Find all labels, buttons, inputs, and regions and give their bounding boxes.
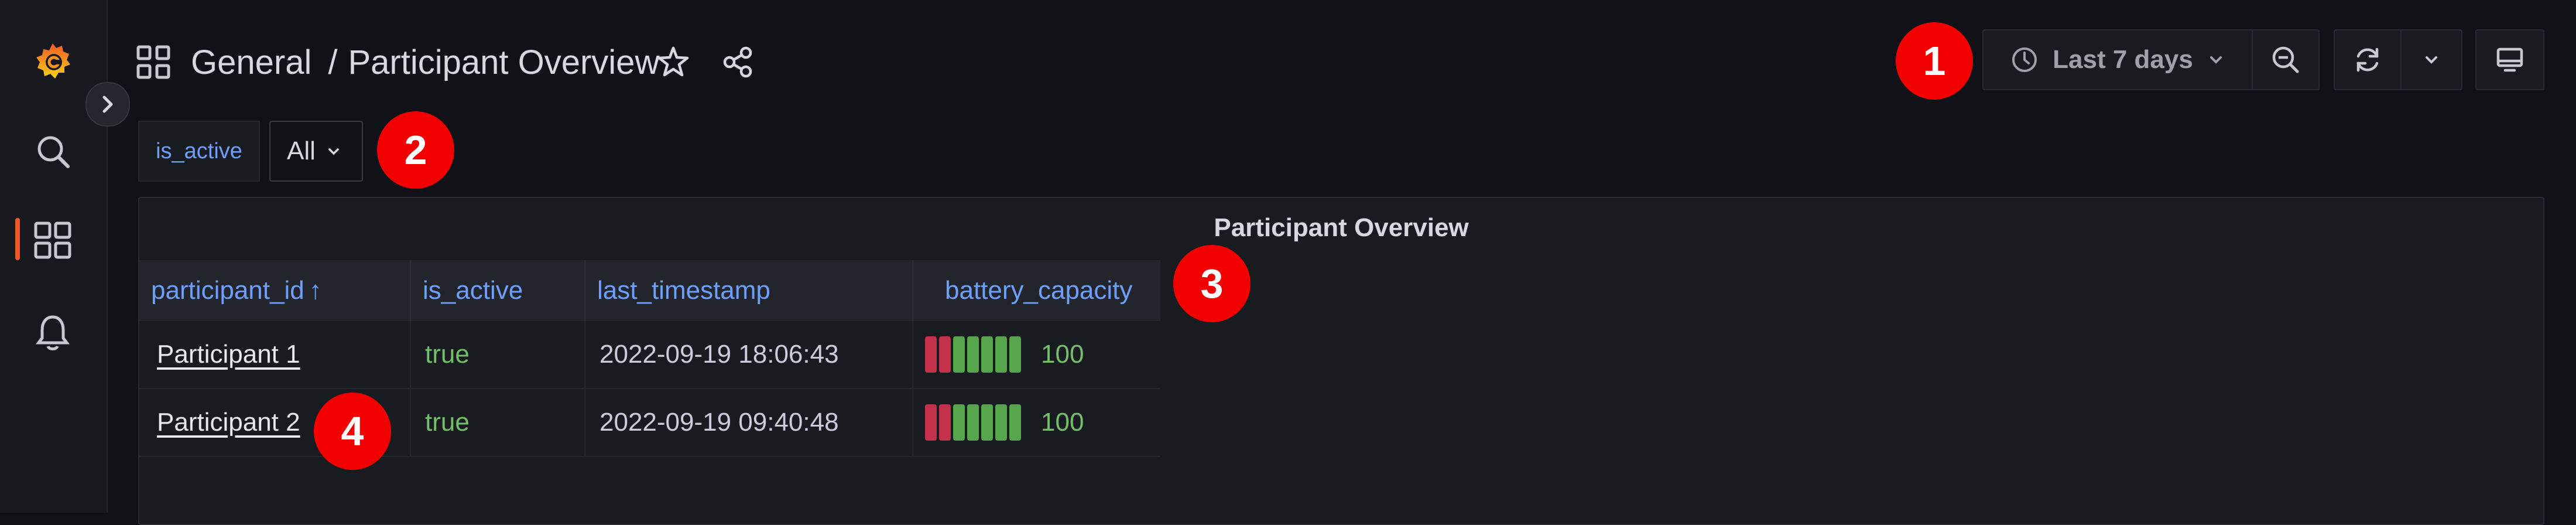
battery-capacity-cell: 100 — [913, 321, 1160, 388]
breadcrumb: General / Participant Overview — [136, 39, 659, 86]
marker-1: 1 — [1896, 22, 1973, 100]
time-range-picker[interactable]: Last 7 days — [1982, 29, 2253, 90]
share-icon[interactable] — [715, 40, 760, 84]
bell-icon[interactable] — [29, 309, 76, 356]
refresh-interval-dropdown[interactable] — [2402, 29, 2462, 90]
marker-3: 3 — [1173, 245, 1251, 322]
last-timestamp-cell: 2022-09-19 09:40:48 — [585, 389, 913, 456]
zoom-out-button[interactable] — [2253, 29, 2320, 90]
search-icon[interactable] — [29, 128, 76, 175]
refresh-group — [2334, 29, 2462, 90]
column-header-battery-capacity[interactable]: battery_capacity — [913, 260, 1160, 321]
battery-value: 100 — [1041, 408, 1084, 437]
column-header-label: participant_id — [151, 276, 304, 305]
sidebar — [0, 0, 108, 513]
sort-ascending-icon: ↑ — [309, 276, 322, 305]
last-timestamp-cell: 2022-09-19 18:06:43 — [585, 321, 913, 388]
battery-value: 100 — [1041, 340, 1084, 369]
battery-gauge — [925, 404, 1021, 441]
table-row: Participant 2 true 2022-09-19 09:40:48 1… — [139, 389, 1160, 457]
dashboard-grid-icon — [136, 45, 170, 79]
panel-title[interactable]: Participant Overview — [139, 213, 2543, 243]
page-title: Participant Overview — [348, 43, 660, 81]
variable-label: is_active — [138, 121, 260, 182]
is-active-cell: true — [411, 321, 585, 388]
clock-icon — [2012, 47, 2037, 72]
zoom-out-icon — [2272, 46, 2299, 73]
participant-link[interactable]: Participant 1 — [153, 340, 300, 369]
data-table: participant_id ↑ is_active last_timestam… — [139, 260, 1160, 457]
column-header-is-active[interactable]: is_active — [411, 260, 585, 321]
sidebar-active-indicator — [15, 218, 20, 260]
column-header-last-timestamp[interactable]: last_timestamp — [585, 260, 913, 321]
chevron-down-icon — [328, 148, 339, 155]
marker-4: 4 — [314, 393, 391, 470]
table-header: participant_id ↑ is_active last_timestam… — [139, 260, 1160, 321]
tv-mode-button[interactable] — [2475, 29, 2544, 90]
tv-icon — [2496, 47, 2523, 72]
star-icon[interactable] — [651, 40, 696, 84]
time-range-label: Last 7 days — [2053, 45, 2193, 74]
dashboards-icon[interactable] — [29, 217, 76, 264]
grafana-logo-icon[interactable] — [29, 38, 76, 84]
breadcrumb-separator: / — [328, 43, 338, 81]
breadcrumb-folder[interactable]: General — [191, 43, 311, 82]
column-header-participant-id[interactable]: participant_id ↑ — [139, 260, 411, 321]
participant-link[interactable]: Participant 2 — [153, 408, 300, 437]
variable-select[interactable]: All — [269, 121, 363, 182]
variable-value: All — [287, 137, 316, 165]
marker-2: 2 — [377, 111, 454, 189]
chevron-down-icon — [2210, 56, 2222, 64]
is-active-cell: true — [411, 389, 585, 456]
view-mode-group — [2475, 29, 2544, 90]
chevron-down-icon — [2426, 56, 2437, 64]
time-range-group: Last 7 days — [1982, 29, 2320, 90]
chevron-right-icon — [102, 96, 113, 113]
battery-gauge — [925, 336, 1021, 373]
table-row: Participant 1 true 2022-09-19 18:06:43 1… — [139, 321, 1160, 389]
battery-capacity-cell: 100 — [913, 389, 1160, 456]
refresh-icon — [2356, 47, 2379, 72]
table-panel: Participant Overview participant_id ↑ is… — [138, 197, 2544, 525]
expand-sidebar-button[interactable] — [85, 82, 130, 127]
refresh-button[interactable] — [2334, 29, 2402, 90]
